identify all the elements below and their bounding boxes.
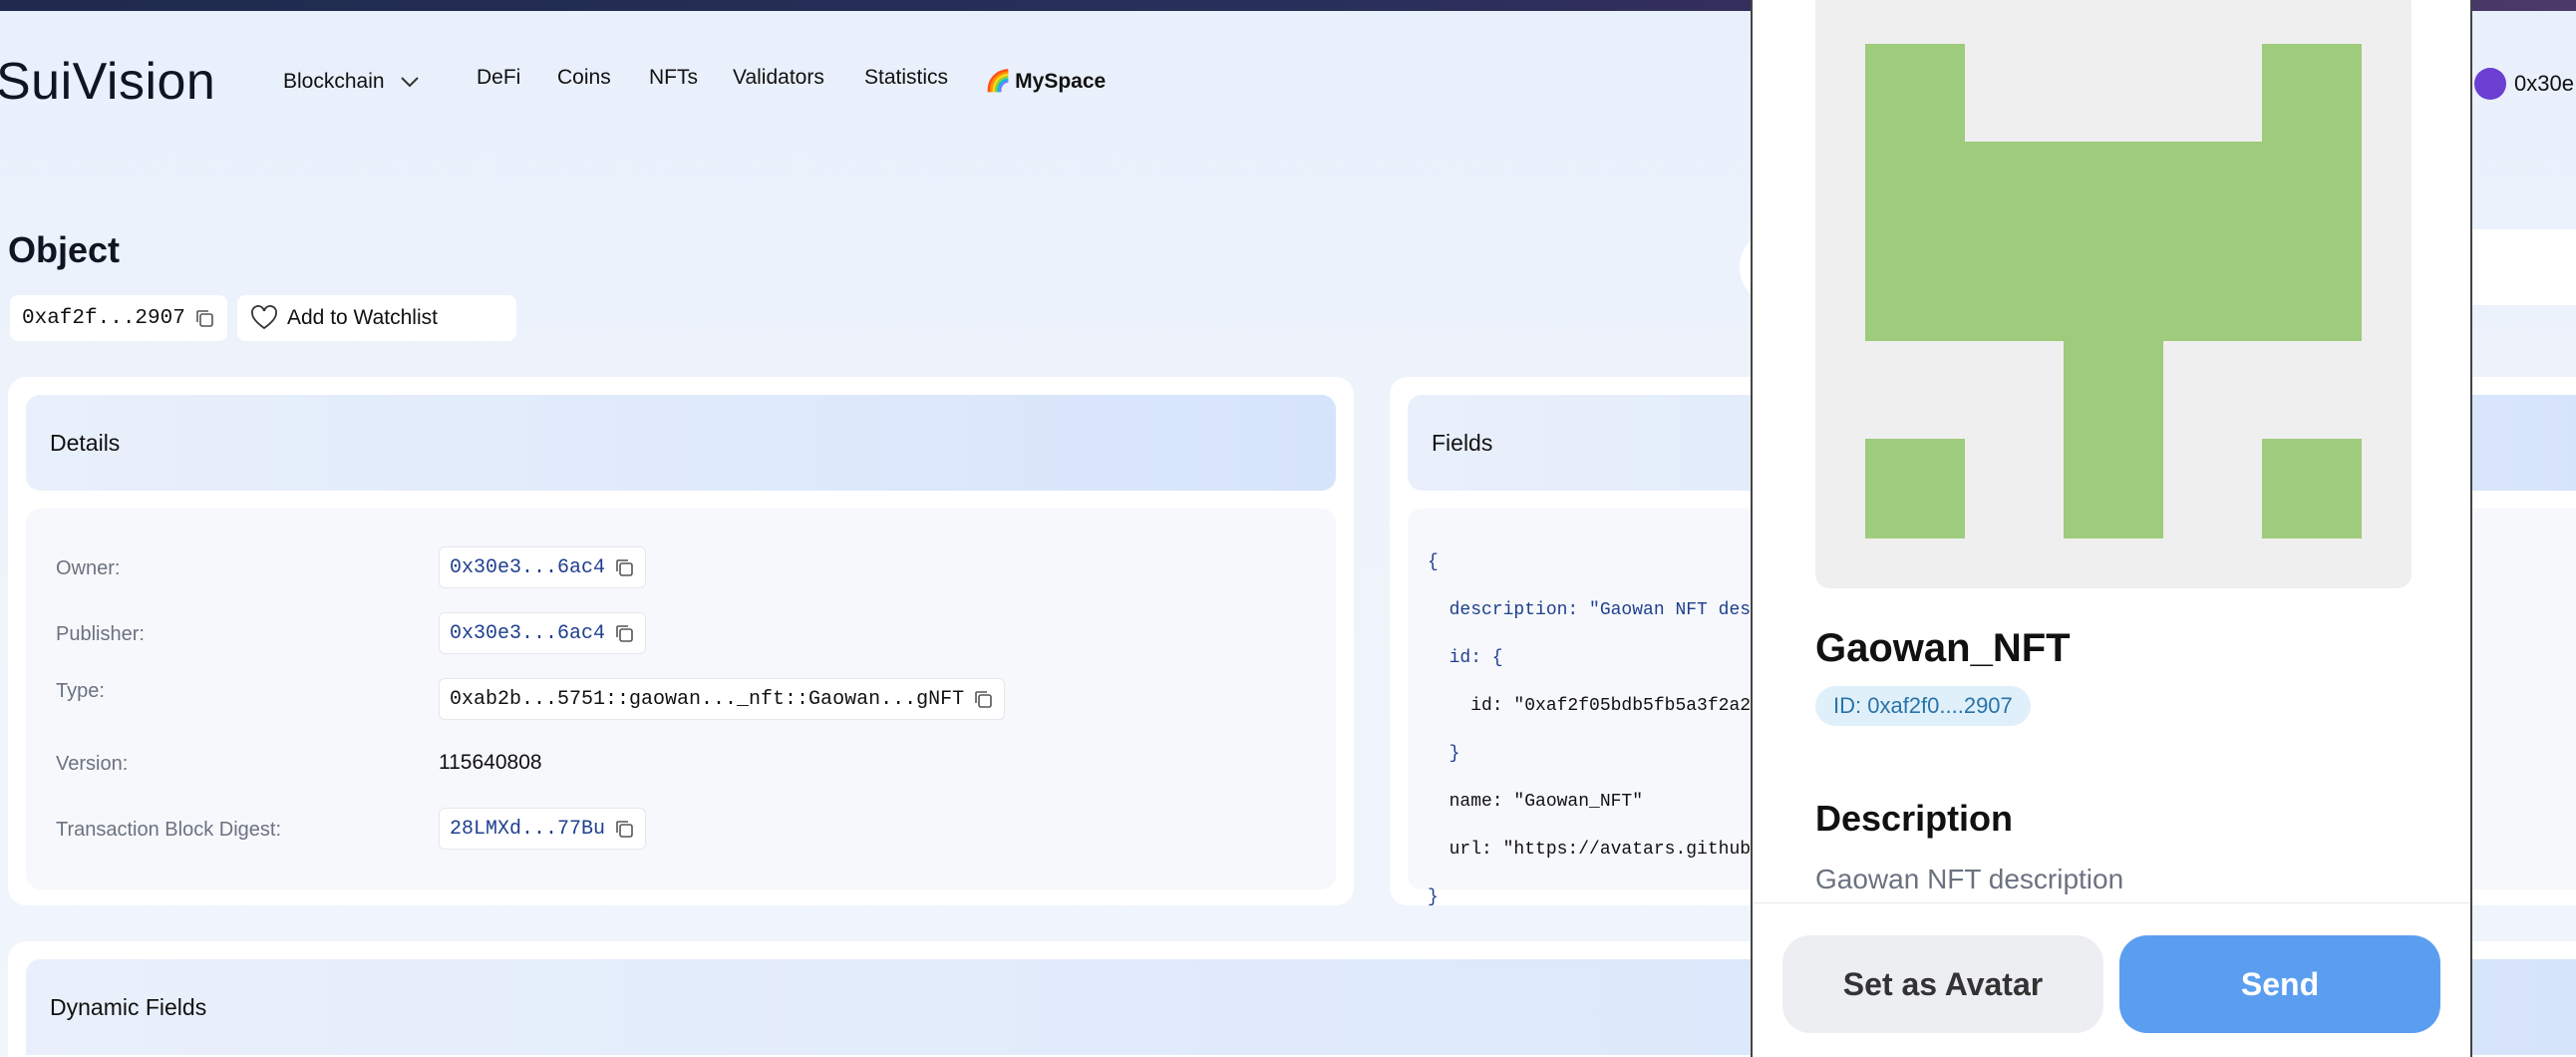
nav-blockchain[interactable]: Blockchain bbox=[283, 70, 421, 94]
chevron-down-icon bbox=[400, 77, 419, 88]
digest-value[interactable]: 28LMXd...77Bu bbox=[439, 808, 647, 850]
owner-value[interactable]: 0x30e3...6ac4 bbox=[439, 546, 647, 588]
copy-icon[interactable] bbox=[613, 556, 635, 578]
nft-detail-panel: Gaowan_NFT ID: 0xaf2f0....2907 Descripti… bbox=[1751, 0, 2472, 1057]
owner-address: 0x30e3...6ac4 bbox=[450, 555, 606, 579]
object-id-pill: 0xaf2f...2907 bbox=[10, 295, 227, 341]
copy-icon[interactable] bbox=[613, 818, 635, 840]
type-label: Type: bbox=[56, 680, 105, 702]
version-label: Version: bbox=[56, 753, 129, 775]
nav-defi[interactable]: DeFi bbox=[477, 66, 520, 90]
details-header: Details bbox=[26, 395, 1336, 491]
json-line: name: "Gaowan_NFT" bbox=[1428, 792, 1644, 812]
nav-blockchain-label: Blockchain bbox=[283, 70, 385, 93]
object-id: 0xaf2f...2907 bbox=[22, 306, 185, 330]
json-line: } bbox=[1428, 887, 1439, 907]
json-line[interactable]: id: { bbox=[1428, 646, 1757, 670]
nav-myspace[interactable]: 🌈 MySpace bbox=[985, 70, 1106, 94]
copy-icon[interactable] bbox=[972, 688, 994, 710]
type-value[interactable]: 0xab2b...5751::gaowan..._nft::Gaowan...g… bbox=[439, 678, 1006, 720]
json-line: url: "https://avatars.githubu bbox=[1428, 840, 1757, 860]
publisher-address: 0x30e3...6ac4 bbox=[450, 621, 606, 645]
json-line: description: "Gaowan NFT desc bbox=[1428, 600, 1757, 620]
json-line: id: "0xaf2f05bdb5fb5a3f2a2e bbox=[1428, 696, 1757, 716]
nav-validators[interactable]: Validators bbox=[733, 66, 824, 90]
site-logo[interactable]: SuiVision bbox=[0, 52, 215, 112]
send-button[interactable]: Send bbox=[2119, 935, 2440, 1033]
publisher-value[interactable]: 0x30e3...6ac4 bbox=[439, 612, 647, 654]
nav-nfts[interactable]: NFTs bbox=[649, 66, 698, 90]
copy-icon[interactable] bbox=[613, 622, 635, 644]
nft-name: Gaowan_NFT bbox=[1815, 626, 2071, 670]
wallet-avatar bbox=[2474, 68, 2506, 100]
heart-icon bbox=[251, 305, 277, 330]
digest-hash: 28LMXd...77Bu bbox=[450, 817, 606, 841]
wallet-address: 0x30e bbox=[2514, 71, 2574, 96]
set-as-avatar-button[interactable]: Set as Avatar bbox=[1782, 935, 2103, 1033]
digest-label: Transaction Block Digest: bbox=[56, 819, 282, 841]
nav-statistics[interactable]: Statistics bbox=[864, 66, 948, 90]
rainbow-icon: 🌈 bbox=[985, 70, 1012, 93]
fields-json-viewer: { description: "Gaowan NFT desc id: { id… bbox=[1428, 527, 1757, 933]
type-string: 0xab2b...5751::gaowan..._nft::Gaowan...g… bbox=[450, 687, 965, 711]
copy-icon[interactable] bbox=[193, 307, 215, 329]
nav-coins[interactable]: Coins bbox=[557, 66, 611, 90]
version-value: 115640808 bbox=[439, 751, 542, 774]
json-line[interactable]: { bbox=[1428, 550, 1757, 574]
page-title: Object bbox=[8, 229, 121, 270]
nft-image bbox=[1865, 44, 2362, 538]
nft-image-frame bbox=[1815, 0, 2412, 588]
add-to-watchlist-button[interactable]: Add to Watchlist bbox=[237, 295, 516, 341]
divider bbox=[1753, 902, 2470, 903]
description-heading: Description bbox=[1815, 798, 2014, 839]
watchlist-label: Add to Watchlist bbox=[287, 306, 438, 329]
owner-label: Owner: bbox=[56, 557, 121, 579]
wallet-button[interactable]: 0x30e bbox=[2474, 68, 2574, 100]
publisher-label: Publisher: bbox=[56, 623, 145, 645]
nft-id-badge[interactable]: ID: 0xaf2f0....2907 bbox=[1815, 686, 2031, 726]
description-text: Gaowan NFT description bbox=[1815, 864, 2124, 894]
json-line: } bbox=[1428, 744, 1460, 764]
nav-myspace-label: MySpace bbox=[1015, 70, 1107, 93]
